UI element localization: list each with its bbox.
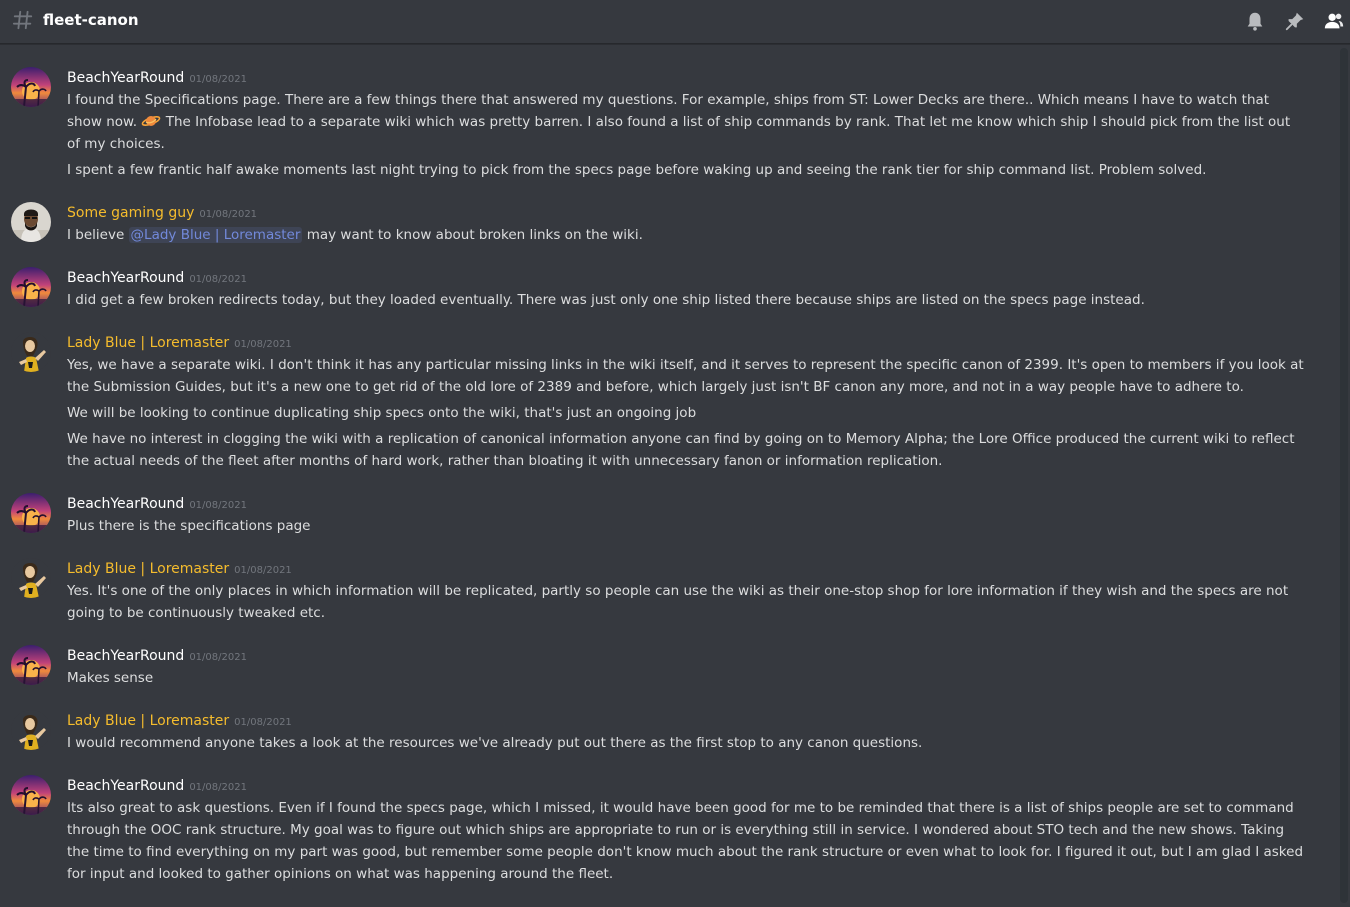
message-text: I would recommend anyone takes a look at… [67,735,923,751]
timestamp: 01/08/2021 [189,74,247,85]
message-text: We will be looking to continue duplicati… [67,405,697,421]
message-list: BeachYearRound 01/08/2021 I found the Spe… [0,45,1336,907]
members-icon[interactable] [1323,10,1345,32]
user-mention[interactable]: @Lady Blue | Loremaster [128,227,303,243]
message-header: BeachYearRound 01/08/2021 [67,493,247,513]
message-header: Lady Blue | Loremaster 01/08/2021 [67,332,292,352]
message-text: We have no interest in clogging the wiki… [67,431,1295,469]
message-header: BeachYearRound 01/08/2021 [67,645,247,665]
channel-header: fleet-canon [0,0,1350,44]
username[interactable]: Some gaming guy [67,205,194,221]
message-body: I found the Specifications page. There a… [67,89,1307,185]
message-text: I believe @Lady Blue | Loremaster may wa… [67,224,1307,246]
message-body: I did get a few broken redirects today, … [67,289,1307,315]
avatar[interactable] [11,267,51,307]
message-text-segment: choices. [109,136,165,152]
message-body: Its also great to ask questions. Even if… [67,797,1307,889]
message-body: Plus there is the specifications page [67,515,1307,541]
message-text: I spent a few frantic half awake moments… [67,162,1207,178]
message-header: BeachYearRound 01/08/2021 [67,775,247,795]
avatar[interactable] [11,775,51,815]
avatar[interactable] [11,558,51,598]
message-text: Yes, we have a separate wiki. I don't th… [67,357,1304,395]
message-text-segment: I believe [67,227,125,243]
timestamp: 01/08/2021 [234,565,292,576]
message-text: Plus there is the specifications page [67,518,311,534]
message-body: Makes sense [67,667,1307,693]
message-text: Its also great to ask questions. Even if… [67,800,1304,882]
timestamp: 01/08/2021 [189,652,247,663]
avatar[interactable] [11,645,51,685]
avatar[interactable] [11,710,51,750]
message-body: Yes, we have a separate wiki. I don't th… [67,354,1307,476]
scrollbar[interactable] [1340,48,1348,903]
timestamp: 01/08/2021 [189,500,247,511]
timestamp: 01/08/2021 [189,782,247,793]
username[interactable]: BeachYearRound [67,70,184,86]
username[interactable]: Lady Blue | Loremaster [67,713,229,729]
message-body: I believe @Lady Blue | Loremaster may wa… [67,224,1307,250]
message-body: Yes. It's one of the only places in whic… [67,580,1307,628]
timestamp: 01/08/2021 [199,209,258,220]
channel-name: fleet-canon [43,11,139,29]
username[interactable]: Lady Blue | Loremaster [67,335,229,351]
username[interactable]: BeachYearRound [67,778,184,794]
message-text-segment: may want to know about broken links on t… [306,227,643,243]
username[interactable]: BeachYearRound [67,496,184,512]
bell-icon[interactable] [1244,10,1266,32]
message-text: Makes sense [67,670,154,686]
username[interactable]: BeachYearRound [67,648,184,664]
message-text: I found the Specifications page. There a… [67,89,1307,155]
timestamp: 01/08/2021 [189,274,247,285]
message-text: Yes. It's one of the only places in whic… [67,583,1289,621]
avatar[interactable] [11,493,51,533]
message-text-segment: The Infobase lead to a separate wiki whi… [67,114,1291,152]
ringed-planet-emoji-icon [141,113,161,129]
message-header: BeachYearRound 01/08/2021 [67,267,247,287]
timestamp: 01/08/2021 [234,339,292,350]
username[interactable]: BeachYearRound [67,270,184,286]
timestamp: 01/08/2021 [234,717,292,728]
avatar[interactable] [11,67,51,107]
avatar[interactable] [11,202,51,242]
hashtag-icon [12,9,34,31]
avatar[interactable] [11,332,51,372]
message-text: I did get a few broken redirects today, … [67,292,1145,308]
pin-icon[interactable] [1284,10,1306,32]
message-header: Lady Blue | Loremaster 01/08/2021 [67,558,292,578]
message-header: Some gaming guy 01/08/2021 [67,202,257,222]
message-text-segment: now. [106,114,138,130]
message-header: Lady Blue | Loremaster 01/08/2021 [67,710,292,730]
message-body: I would recommend anyone takes a look at… [67,732,1307,758]
username[interactable]: Lady Blue | Loremaster [67,561,229,577]
message-header: BeachYearRound 01/08/2021 [67,67,247,87]
